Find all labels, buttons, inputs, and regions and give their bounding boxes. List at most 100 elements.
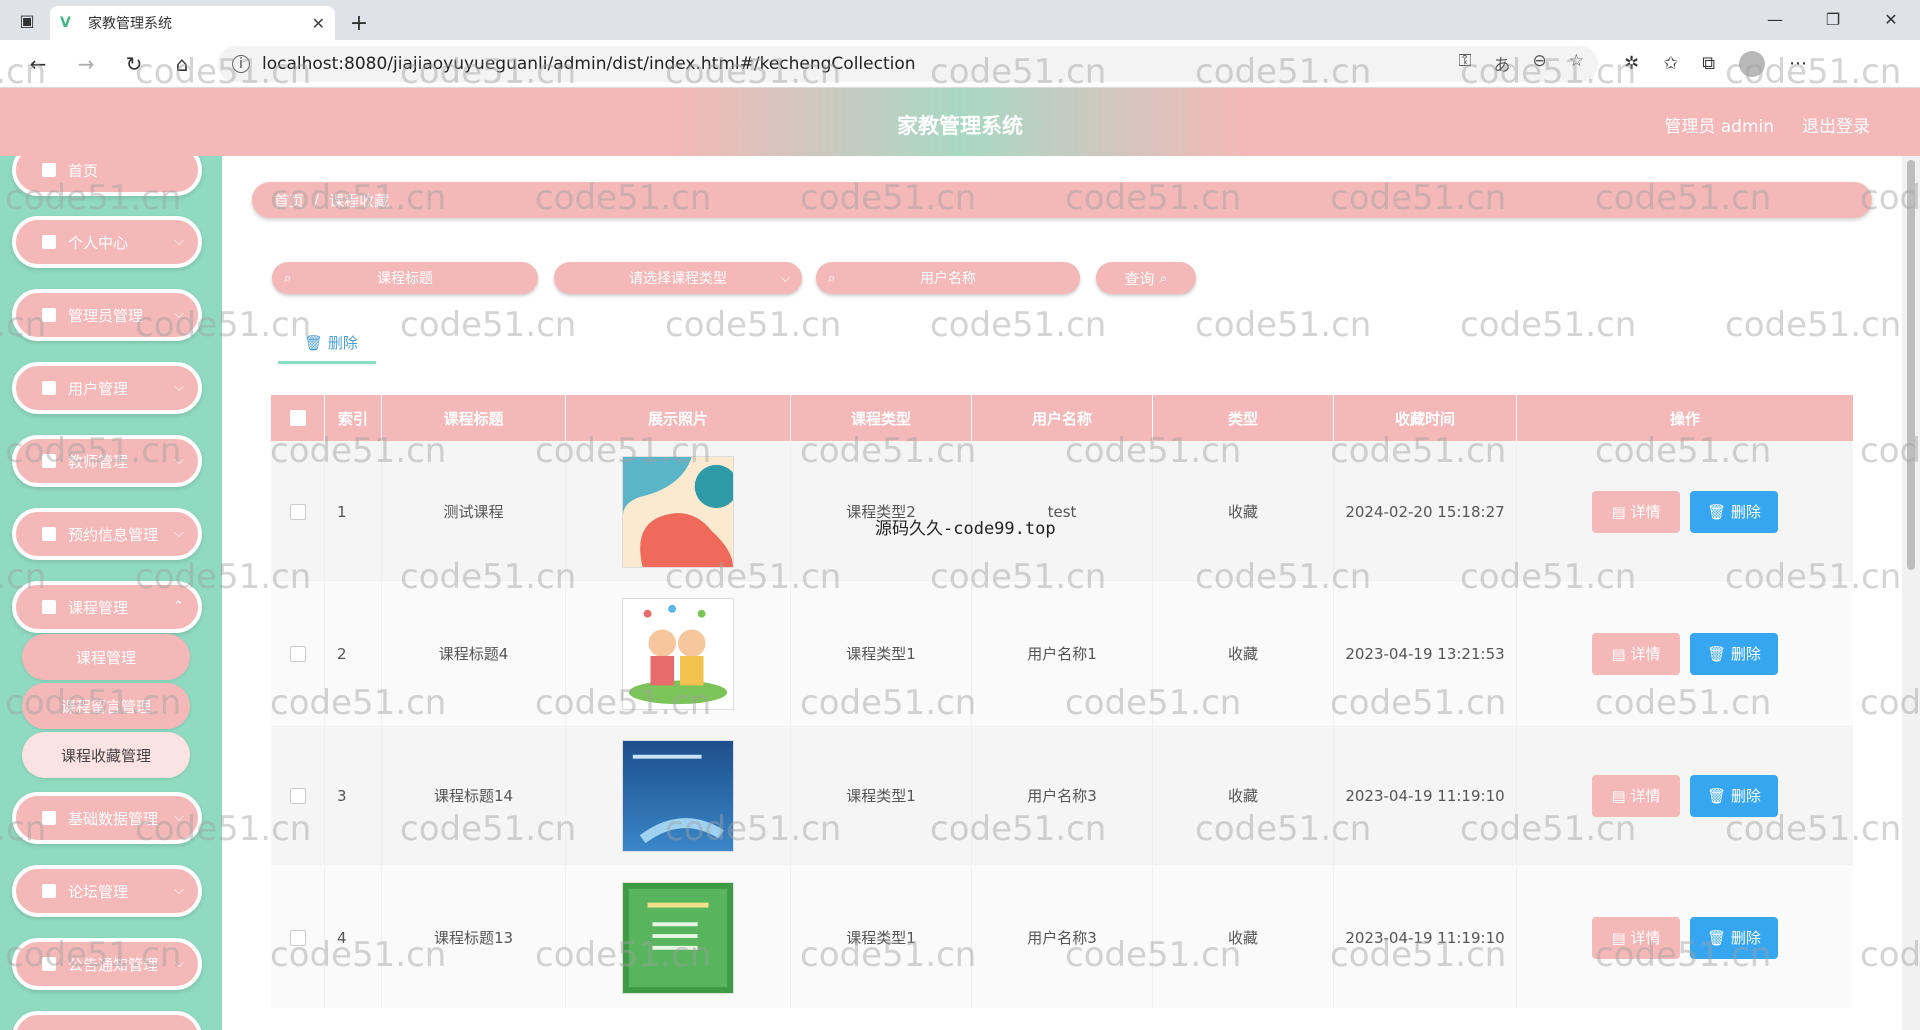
collections-icon[interactable]: ⧉ <box>1702 53 1715 74</box>
table-row: 2 课程标题4 课程类型1 用户名称1 收藏 2023-04-19 13:21:… <box>271 583 1853 725</box>
cell-time: 2023-04-19 11:19:10 <box>1334 867 1517 1008</box>
cell-title: 课程标题4 <box>382 583 566 724</box>
chevron-down-icon: ⌵ <box>174 883 184 898</box>
minimize-icon[interactable]: — <box>1746 0 1804 38</box>
sidebar-item-notices[interactable]: 公告通知管理 ⌵ <box>12 938 202 990</box>
cell-user: 用户名称1 <box>972 583 1153 724</box>
submenu-course-collection[interactable]: 课程收藏管理 <box>22 732 190 778</box>
sidebar-item-home[interactable]: 首页 <box>12 156 202 196</box>
sidebar-item-profile[interactable]: 个人中心 ⌵ <box>12 216 202 268</box>
select-all-checkbox[interactable] <box>289 410 306 426</box>
sidebar-item-label: 用户管理 <box>68 379 129 398</box>
sidebar-item-label: 公告通知管理 <box>68 955 159 974</box>
delete-label: 删除 <box>1730 645 1761 663</box>
detail-label: 详情 <box>1630 645 1661 663</box>
scrollbar-thumb[interactable] <box>1907 160 1915 570</box>
sidebar-item-admins[interactable]: 管理员管理 ⌵ <box>12 289 202 341</box>
more-icon[interactable]: ⋯ <box>1789 53 1807 74</box>
url-field[interactable]: i localhost:8080/jiajiaoyuyueguanli/admi… <box>218 45 1598 82</box>
sidebar-item-more[interactable] <box>12 1011 202 1030</box>
home-browser-icon[interactable]: ⌂ <box>158 46 206 82</box>
forward-icon[interactable]: → <box>62 46 110 82</box>
close-tab-icon[interactable]: ✕ <box>312 14 325 33</box>
sidebar-item-courses[interactable]: 课程管理 ⌃ <box>12 581 202 633</box>
main-content: 首页 / 课程收藏 ⌕ 课程标题 请选择课程类型 ⌵ ⌕ 用户名称 查询 ⌕ 🗑… <box>222 156 1902 1030</box>
cell-photo <box>566 583 791 724</box>
back-icon[interactable]: ← <box>14 46 62 82</box>
flag-icon <box>42 381 56 395</box>
page-scrollbar[interactable] <box>1902 156 1920 1030</box>
breadcrumb-home[interactable]: 首页 <box>274 190 304 211</box>
grid-icon <box>42 884 56 898</box>
admin-label: 管理员 admin <box>1664 117 1774 137</box>
detail-button[interactable]: ▤ 详情 <box>1592 490 1680 533</box>
breadcrumb-current: 课程收藏 <box>329 191 390 210</box>
logout-link[interactable]: 退出登录 <box>1802 112 1870 137</box>
delete-button[interactable]: 🗑 删除 <box>1690 774 1778 817</box>
detail-button[interactable]: ▤ 详情 <box>1592 916 1680 959</box>
user-name-search-input[interactable]: ⌕ 用户名称 <box>816 262 1080 294</box>
row-checkbox[interactable] <box>289 929 306 946</box>
row-select-cell <box>271 867 325 1008</box>
search-icon: ⌕ <box>1159 269 1168 287</box>
trash-icon: 🗑 <box>1707 502 1727 521</box>
sidebar: 首页 个人中心 ⌵ 管理员管理 ⌵ 用户管理 ⌵ 教师管理 ⌵ 预约信息管理 ⌵ 课程管理… <box>0 156 222 1030</box>
detail-button[interactable]: ▤ 详情 <box>1592 774 1680 817</box>
sidebar-item-users[interactable]: 用户管理 ⌵ <box>12 362 202 414</box>
query-button[interactable]: 查询 ⌕ <box>1096 262 1196 294</box>
header-course-type: 课程类型 <box>791 395 972 441</box>
close-window-icon[interactable]: ✕ <box>1862 0 1920 38</box>
course-type-select[interactable]: 请选择课程类型 ⌵ <box>554 262 802 294</box>
cell-time: 2023-04-19 13:21:53 <box>1334 583 1517 724</box>
header-user: 用户名称 <box>972 395 1153 441</box>
sidebar-item-teachers[interactable]: 教师管理 ⌵ <box>12 435 202 487</box>
delete-button[interactable]: 🗑 删除 <box>1690 490 1778 533</box>
detail-label: 详情 <box>1630 503 1661 521</box>
chevron-down-icon: ⌵ <box>174 234 184 249</box>
row-select-cell <box>271 441 325 582</box>
key-icon[interactable]: ⚿ <box>1459 51 1472 76</box>
submenu-course-manage[interactable]: 课程管理 <box>22 634 190 680</box>
batch-delete-button[interactable]: 🗑 删除 <box>304 332 358 353</box>
new-tab-button[interactable]: + <box>341 6 377 40</box>
info-icon[interactable]: i <box>232 54 250 73</box>
trash-icon: 🗑 <box>1707 644 1727 663</box>
delete-button[interactable]: 🗑 删除 <box>1690 916 1778 959</box>
header-time: 收藏时间 <box>1334 395 1517 441</box>
cell-course-type: 课程类型2 <box>791 441 972 582</box>
submenu-course-comments[interactable]: 课程留言管理 <box>22 683 190 729</box>
row-checkbox[interactable] <box>289 503 306 520</box>
browser-tab[interactable]: V 家教管理系统 ✕ <box>50 6 335 40</box>
course-photo[interactable] <box>622 597 734 710</box>
course-photo[interactable] <box>622 455 734 568</box>
zoom-icon[interactable]: ⊖ <box>1533 51 1547 76</box>
course-photo[interactable] <box>622 881 734 994</box>
delete-button[interactable]: 🗑 删除 <box>1690 632 1778 675</box>
translate-icon[interactable]: あ <box>1494 51 1511 76</box>
favorite-icon[interactable]: ☆ <box>1569 51 1584 76</box>
tab-actions-icon[interactable]: ▣ <box>10 3 44 37</box>
reload-icon[interactable]: ↻ <box>110 46 158 82</box>
sidebar-item-basedata[interactable]: 基础数据管理 ⌵ <box>12 792 202 844</box>
row-checkbox[interactable] <box>289 645 306 662</box>
course-title-search-input[interactable]: ⌕ 课程标题 <box>272 262 538 294</box>
header-title: 课程标题 <box>382 395 566 441</box>
row-checkbox[interactable] <box>289 787 306 804</box>
extensions-icon[interactable]: ✲ <box>1624 53 1639 74</box>
favorites-icon[interactable]: ✩ <box>1663 53 1678 74</box>
profile-avatar[interactable] <box>1739 50 1766 77</box>
cell-course-type: 课程类型1 <box>791 867 972 1008</box>
course-photo[interactable] <box>622 739 734 852</box>
chevron-down-icon: ⌵ <box>174 380 184 395</box>
header-kind: 类型 <box>1153 395 1334 441</box>
overlay-watermark-text: 源码久久-code99.top <box>875 519 1056 539</box>
sidebar-item-label: 教师管理 <box>68 452 129 471</box>
sidebar-item-forum[interactable]: 论坛管理 ⌵ <box>12 865 202 917</box>
sidebar-item-bookings[interactable]: 预约信息管理 ⌵ <box>12 508 202 560</box>
detail-button[interactable]: ▤ 详情 <box>1592 632 1680 675</box>
chevron-down-icon: ⌵ <box>780 270 790 285</box>
chevron-down-icon: ⌵ <box>174 810 184 825</box>
cell-kind: 收藏 <box>1153 867 1334 1008</box>
trash-icon: 🗑 <box>304 334 324 352</box>
restore-icon[interactable]: ❐ <box>1804 0 1862 38</box>
